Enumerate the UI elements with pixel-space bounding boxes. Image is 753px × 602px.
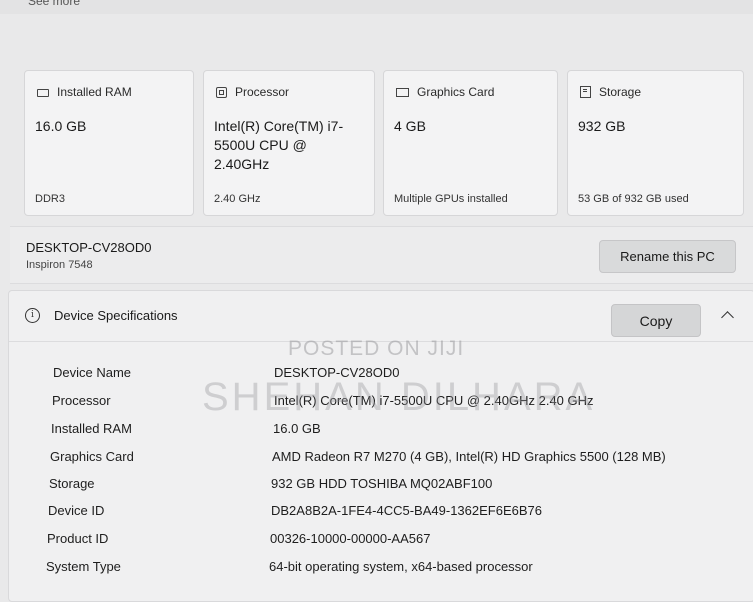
card-value: 4 GB: [394, 118, 426, 134]
spec-label: Installed RAM: [51, 421, 132, 436]
card-value: Intel(R) Core(TM) i7-5500U CPU @ 2.40GHz: [214, 118, 344, 172]
info-icon: i: [25, 308, 40, 323]
spec-label: System Type: [46, 559, 121, 574]
card-value: 16.0 GB: [35, 118, 87, 134]
spec-value: DB2A8B2A-1FE4-4CC5-BA49-1362EF6E6B76: [271, 503, 542, 518]
spec-row-installed-ram: Installed RAM 16.0 GB: [9, 421, 753, 448]
device-specifications-header[interactable]: i Device Specifications Copy: [9, 291, 753, 342]
graphics-card-icon: [396, 87, 409, 97]
spec-label: Graphics Card: [50, 449, 134, 464]
card-title: Storage: [599, 85, 642, 99]
card-title: Processor: [235, 85, 290, 99]
spec-row-device-id: Device ID DB2A8B2A-1FE4-4CC5-BA49-1362EF…: [9, 503, 753, 530]
spec-value: 932 GB HDD TOSHIBA MQ02ABF100: [271, 476, 493, 491]
spec-label: Device ID: [48, 503, 105, 518]
card-footer: DDR3: [35, 193, 65, 205]
spec-row-storage: Storage 932 GB HDD TOSHIBA MQ02ABF100: [9, 476, 753, 503]
pc-name: DESKTOP-CV28OD0: [26, 240, 152, 255]
card-processor: Processor Intel(R) Core(TM) i7-5500U CPU…: [203, 70, 375, 216]
card-title: Installed RAM: [57, 85, 132, 99]
section-title: Device Specifications: [54, 308, 178, 323]
spec-value: 64-bit operating system, x64-based proce…: [269, 559, 533, 574]
spec-row-processor: Processor Intel(R) Core(TM) i7-5500U CPU…: [9, 393, 753, 420]
device-specifications-panel: i Device Specifications Copy Device Name…: [8, 290, 753, 602]
spec-value: Intel(R) Core(TM) i7-5500U CPU @ 2.40GHz…: [274, 393, 594, 408]
copy-button[interactable]: Copy: [611, 304, 701, 337]
spec-row-product-id: Product ID 00326-10000-00000-AA567: [9, 531, 753, 558]
see-more-link[interactable]: See more: [28, 0, 80, 8]
card-title: Graphics Card: [417, 85, 495, 99]
spec-value: 00326-10000-00000-AA567: [270, 531, 431, 546]
pc-name-bar: DESKTOP-CV28OD0 Inspiron 7548 Rename thi…: [10, 226, 753, 284]
card-footer: 2.40 GHz: [214, 193, 261, 205]
card-footer: Multiple GPUs installed: [394, 193, 508, 205]
spec-row-graphics-card: Graphics Card AMD Radeon R7 M270 (4 GB),…: [9, 449, 753, 476]
pc-model: Inspiron 7548: [26, 259, 93, 271]
top-strip: See more: [0, 0, 753, 14]
spec-label: Device Name: [53, 365, 132, 380]
spec-value: AMD Radeon R7 M270 (4 GB), Intel(R) HD G…: [272, 449, 666, 464]
rename-pc-button[interactable]: Rename this PC: [599, 240, 736, 273]
spec-value: 16.0 GB: [273, 421, 321, 436]
storage-icon: [580, 86, 591, 98]
card-graphics-card: Graphics Card 4 GB Multiple GPUs install…: [383, 70, 558, 216]
spec-row-system-type: System Type 64-bit operating system, x64…: [9, 559, 753, 586]
card-value: 932 GB: [578, 118, 626, 134]
spec-label: Product ID: [47, 531, 109, 546]
chevron-up-icon[interactable]: [721, 311, 734, 324]
ram-icon: [37, 89, 49, 97]
processor-icon: [216, 86, 227, 98]
spec-label: Storage: [49, 476, 95, 491]
spec-value: DESKTOP-CV28OD0: [274, 365, 400, 380]
spec-row-device-name: Device Name DESKTOP-CV28OD0: [9, 365, 753, 392]
spec-label: Processor: [52, 393, 111, 408]
card-storage: Storage 932 GB 53 GB of 932 GB used: [567, 70, 744, 216]
card-installed-ram: Installed RAM 16.0 GB DDR3: [24, 70, 194, 216]
card-footer: 53 GB of 932 GB used: [578, 193, 689, 205]
